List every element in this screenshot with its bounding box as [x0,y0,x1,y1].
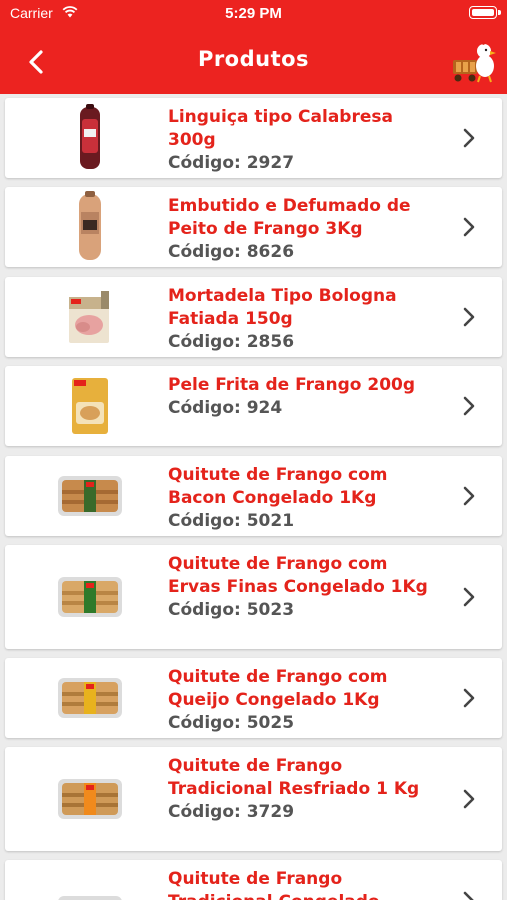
product-image [45,456,135,536]
product-image [45,545,135,649]
battery-icon [469,6,501,19]
product-name: Quitute de Frango com Queijo Congelado 1… [168,667,388,710]
product-item[interactable]: Mortadela Tipo Bologna Fatiada 150g Códi… [5,277,502,357]
product-code: Código: 2927 [168,153,295,173]
product-code: Código: 3729 [168,802,295,822]
product-name: Linguiça tipo Calabresa 300g [168,107,393,150]
chevron-right-icon [463,789,475,809]
product-item[interactable]: Quitute de Frango Tradicional Congelado [5,860,502,900]
product-image [45,860,135,900]
product-name: Embutido e Defumado de Peito de Frango 3… [168,196,411,239]
product-name: Quitute de Frango com Bacon Congelado 1K… [168,465,388,508]
product-code: Código: 5023 [168,600,295,620]
chevron-right-icon [463,217,475,237]
product-name: Quitute de Frango Tradicional Resfriado … [168,756,420,799]
product-image [45,747,135,851]
product-list[interactable]: Linguiça tipo Calabresa 300g Código: 292… [0,94,507,900]
product-code: Código: 2856 [168,332,295,352]
chevron-right-icon [463,891,474,900]
product-item[interactable]: Embutido e Defumado de Peito de Frango 3… [5,187,502,267]
clock: 5:29 PM [225,5,282,22]
product-image [45,366,135,446]
chevron-right-icon [463,587,475,607]
product-name: Pele Frita de Frango 200g [168,375,416,395]
product-item[interactable]: Pele Frita de Frango 200g Código: 924 [5,366,502,446]
product-name: Mortadela Tipo Bologna Fatiada 150g [168,286,397,329]
product-code: Código: 5025 [168,713,295,733]
chevron-right-icon [463,128,475,148]
product-item[interactable]: Quitute de Frango com Queijo Congelado 1… [5,658,502,738]
product-item[interactable]: Quitute de Frango Tradicional Resfriado … [5,747,502,851]
chevron-right-icon [463,396,475,416]
product-image [45,658,135,738]
chevron-right-icon [463,688,475,708]
product-code: Código: 924 [168,398,283,418]
chevron-right-icon [463,307,475,327]
product-item[interactable]: Linguiça tipo Calabresa 300g Código: 292… [5,98,502,178]
product-name: Quitute de Frango Tradicional Congelado [168,869,380,900]
product-image [45,277,135,357]
chevron-right-icon [463,486,475,506]
product-code: Código: 5021 [168,511,295,531]
navigation-bar: Produtos [0,30,507,94]
status-bar: Carrier 5:29 PM [0,0,507,30]
product-item[interactable]: Quitute de Frango com Bacon Congelado 1K… [5,456,502,536]
product-code: Código: 8626 [168,242,295,262]
product-image [45,98,135,178]
product-image [45,187,135,267]
page-title: Produtos [197,47,310,71]
product-name: Quitute de Frango com Ervas Finas Congel… [168,554,428,597]
chicken-mascot-logo-icon [453,42,496,83]
product-item[interactable]: Quitute de Frango com Ervas Finas Congel… [5,545,502,649]
